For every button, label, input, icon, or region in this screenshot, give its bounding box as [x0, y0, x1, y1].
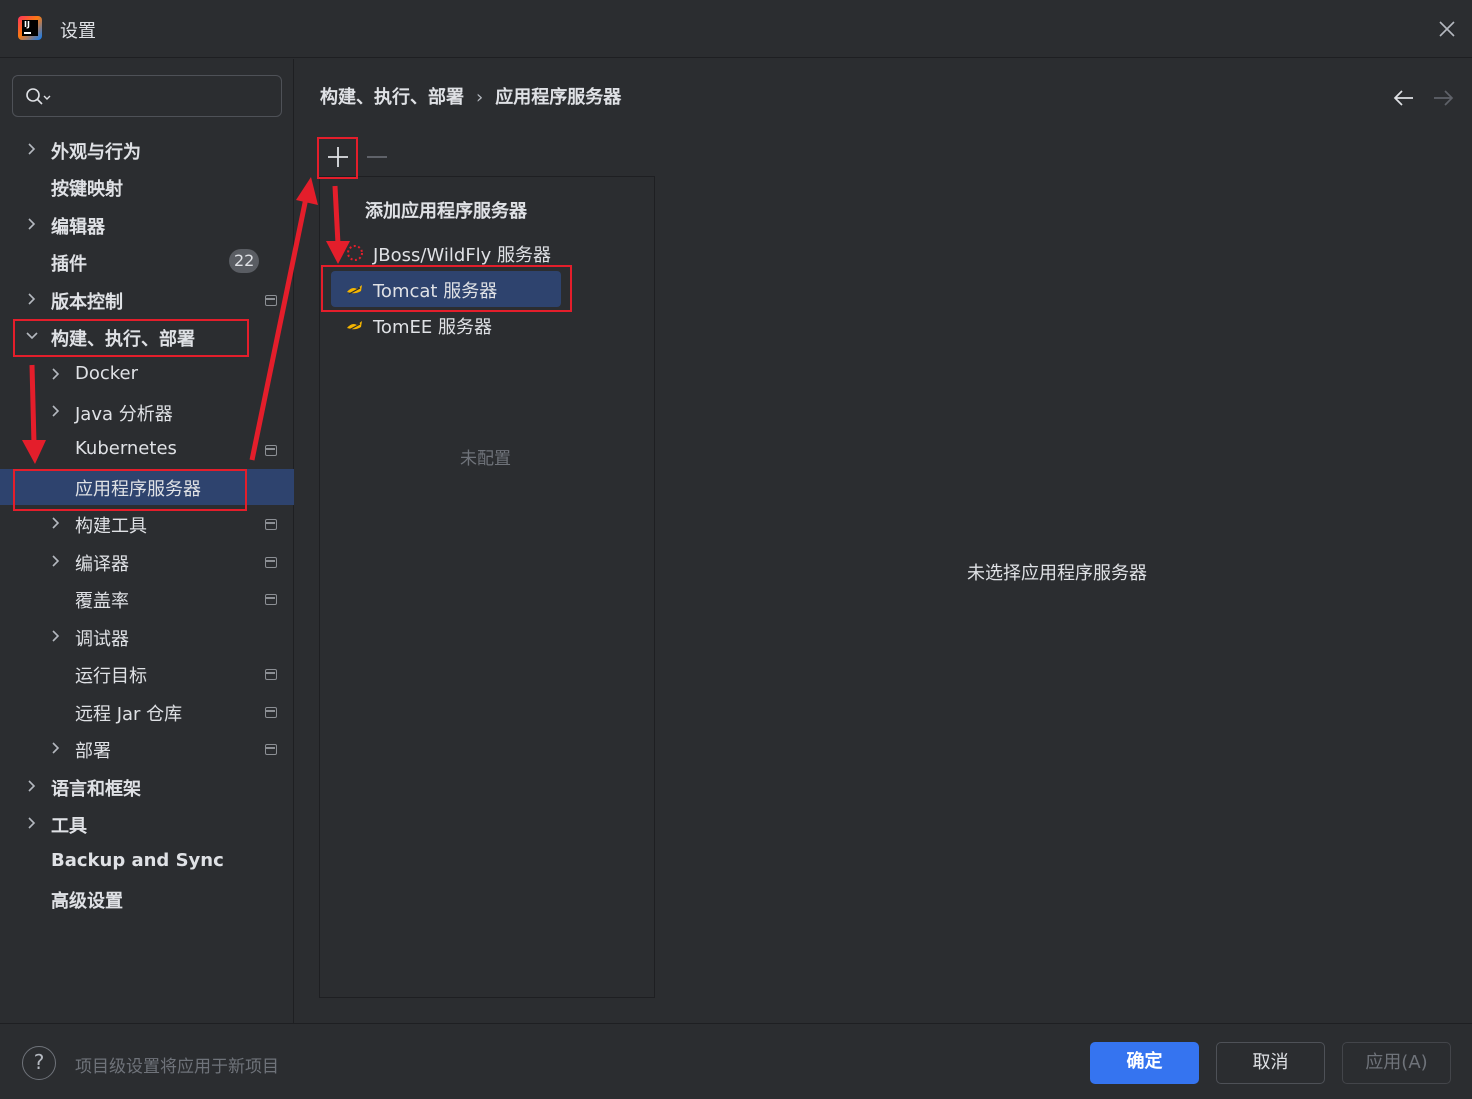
project-scope-icon	[265, 557, 277, 568]
intellij-logo-icon: IJ	[18, 16, 42, 40]
forward-arrow-icon[interactable]	[1431, 87, 1455, 109]
chevron-right-icon[interactable]	[25, 779, 39, 793]
sidebar-item-plugins[interactable]: 插件 22	[0, 244, 294, 280]
sidebar-item-docker[interactable]: Docker	[0, 357, 294, 393]
sidebar-item-label: Java 分析器	[75, 404, 173, 425]
breadcrumb-separator-icon: ›	[476, 87, 484, 108]
search-input[interactable]	[12, 75, 282, 117]
sidebar-item-label: 外观与行为	[51, 142, 141, 163]
sidebar-item-application-servers[interactable]: 应用程序服务器	[0, 469, 294, 505]
chevron-right-icon[interactable]	[25, 292, 39, 306]
chevron-right-icon[interactable]	[49, 741, 63, 755]
plugin-update-badge: 22	[229, 249, 260, 273]
breadcrumb-current: 应用程序服务器	[495, 87, 622, 108]
sidebar-item-build-tools[interactable]: 构建工具	[0, 506, 294, 542]
sidebar-item-kubernetes[interactable]: Kubernetes	[0, 432, 294, 468]
sidebar-item-compiler[interactable]: 编译器	[0, 544, 294, 580]
project-scope-icon	[265, 519, 277, 530]
breadcrumb: 构建、执行、部署 › 应用程序服务器	[320, 83, 621, 109]
back-arrow-icon[interactable]	[1392, 87, 1416, 109]
popup-item-tomee[interactable]: TomEE 服务器	[331, 307, 561, 343]
popup-item-tomcat[interactable]: Tomcat 服务器	[331, 271, 561, 307]
popup-item-jboss[interactable]: JBoss/WildFly 服务器	[331, 235, 561, 271]
chevron-right-icon[interactable]	[25, 217, 39, 231]
sidebar-item-remote-jar-repos[interactable]: 远程 Jar 仓库	[0, 694, 294, 730]
settings-sidebar: 外观与行为 按键映射 编辑器 插件 22 版本控制 构建、执行、部署 Docke…	[0, 59, 294, 1023]
sidebar-item-label: Backup and Sync	[51, 850, 224, 871]
close-icon[interactable]	[1434, 16, 1460, 42]
sidebar-item-deployment[interactable]: 部署	[0, 731, 294, 767]
sidebar-item-label: 调试器	[75, 629, 129, 650]
empty-list-text: 未配置	[460, 449, 511, 469]
ok-button[interactable]: 确定	[1090, 1042, 1199, 1084]
chevron-right-icon[interactable]	[49, 404, 63, 418]
remove-server-button[interactable]	[367, 156, 387, 158]
footer-hint: 项目级设置将应用于新项目	[75, 1057, 279, 1077]
sidebar-item-label: 版本控制	[51, 292, 123, 313]
chevron-right-icon[interactable]	[25, 816, 39, 830]
sidebar-item-debugger[interactable]: 调试器	[0, 619, 294, 655]
sidebar-item-tools[interactable]: 工具	[0, 806, 294, 842]
sidebar-item-keymap[interactable]: 按键映射	[0, 169, 294, 205]
sidebar-item-label: 语言和框架	[51, 779, 141, 800]
sidebar-item-label: 部署	[75, 741, 111, 762]
no-selection-text: 未选择应用程序服务器	[967, 563, 1147, 584]
sidebar-item-label: 远程 Jar 仓库	[75, 704, 183, 725]
settings-content: 构建、执行、部署 › 应用程序服务器 未配置 添加应用程序服务器 JBoss/Wil…	[295, 59, 1472, 1023]
project-scope-icon	[265, 744, 277, 755]
sidebar-item-appearance[interactable]: 外观与行为	[0, 132, 294, 168]
project-scope-icon	[265, 295, 277, 306]
sidebar-item-label: Docker	[75, 363, 139, 384]
project-scope-icon	[265, 707, 277, 718]
sidebar-item-backup-sync[interactable]: Backup and Sync	[0, 844, 294, 880]
breadcrumb-parent[interactable]: 构建、执行、部署	[320, 87, 464, 108]
chevron-right-icon[interactable]	[49, 367, 63, 381]
sidebar-item-label: 编译器	[75, 554, 129, 575]
popup-item-label: JBoss/WildFly 服务器	[373, 245, 552, 266]
sidebar-item-label: 运行目标	[75, 666, 147, 687]
tomcat-icon	[347, 285, 362, 295]
project-scope-icon	[265, 594, 277, 605]
tomee-icon	[347, 321, 362, 331]
chevron-right-icon[interactable]	[25, 142, 39, 156]
window-title: 设置	[60, 21, 96, 42]
sidebar-item-label: 插件	[51, 254, 87, 275]
search-icon	[26, 88, 51, 105]
sidebar-item-editor[interactable]: 编辑器	[0, 207, 294, 243]
sidebar-item-coverage[interactable]: 覆盖率	[0, 581, 294, 617]
sidebar-item-build-execution-deployment[interactable]: 构建、执行、部署	[0, 319, 294, 355]
popup-title: 添加应用程序服务器	[365, 201, 527, 222]
sidebar-item-label: 编辑器	[51, 217, 105, 238]
project-scope-icon	[265, 669, 277, 680]
sidebar-item-java-profiler[interactable]: Java 分析器	[0, 394, 294, 430]
sidebar-item-run-targets[interactable]: 运行目标	[0, 656, 294, 692]
jboss-icon	[347, 245, 363, 261]
apply-button[interactable]: 应用(A)	[1342, 1042, 1451, 1084]
sidebar-item-label: 应用程序服务器	[75, 479, 201, 500]
chevron-right-icon[interactable]	[49, 629, 63, 643]
sidebar-item-label: 构建工具	[75, 516, 147, 537]
dialog-footer: ? 项目级设置将应用于新项目 确定 取消 应用(A)	[0, 1023, 1472, 1099]
add-server-popup: 添加应用程序服务器 JBoss/WildFly 服务器 Tomcat 服务器 T…	[321, 177, 576, 349]
chevron-down-icon[interactable]	[25, 329, 39, 343]
chevron-right-icon[interactable]	[49, 554, 63, 568]
project-scope-icon	[265, 445, 277, 456]
sidebar-item-advanced-settings[interactable]: 高级设置	[0, 881, 294, 917]
title-bar: IJ 设置	[0, 0, 1472, 58]
sidebar-item-label: 工具	[51, 816, 87, 837]
sidebar-item-label: 高级设置	[51, 891, 123, 912]
add-server-button[interactable]	[325, 144, 351, 170]
popup-item-label: TomEE 服务器	[373, 317, 492, 338]
sidebar-item-label: 覆盖率	[75, 591, 129, 612]
chevron-right-icon[interactable]	[49, 516, 63, 530]
popup-item-label: Tomcat 服务器	[373, 281, 498, 302]
sidebar-item-label: 构建、执行、部署	[51, 329, 195, 350]
sidebar-item-label: Kubernetes	[75, 438, 177, 459]
cancel-button[interactable]: 取消	[1216, 1042, 1325, 1084]
sidebar-item-label: 按键映射	[51, 179, 123, 200]
help-icon[interactable]: ?	[22, 1046, 56, 1080]
sidebar-item-languages-frameworks[interactable]: 语言和框架	[0, 769, 294, 805]
sidebar-item-version-control[interactable]: 版本控制	[0, 282, 294, 318]
